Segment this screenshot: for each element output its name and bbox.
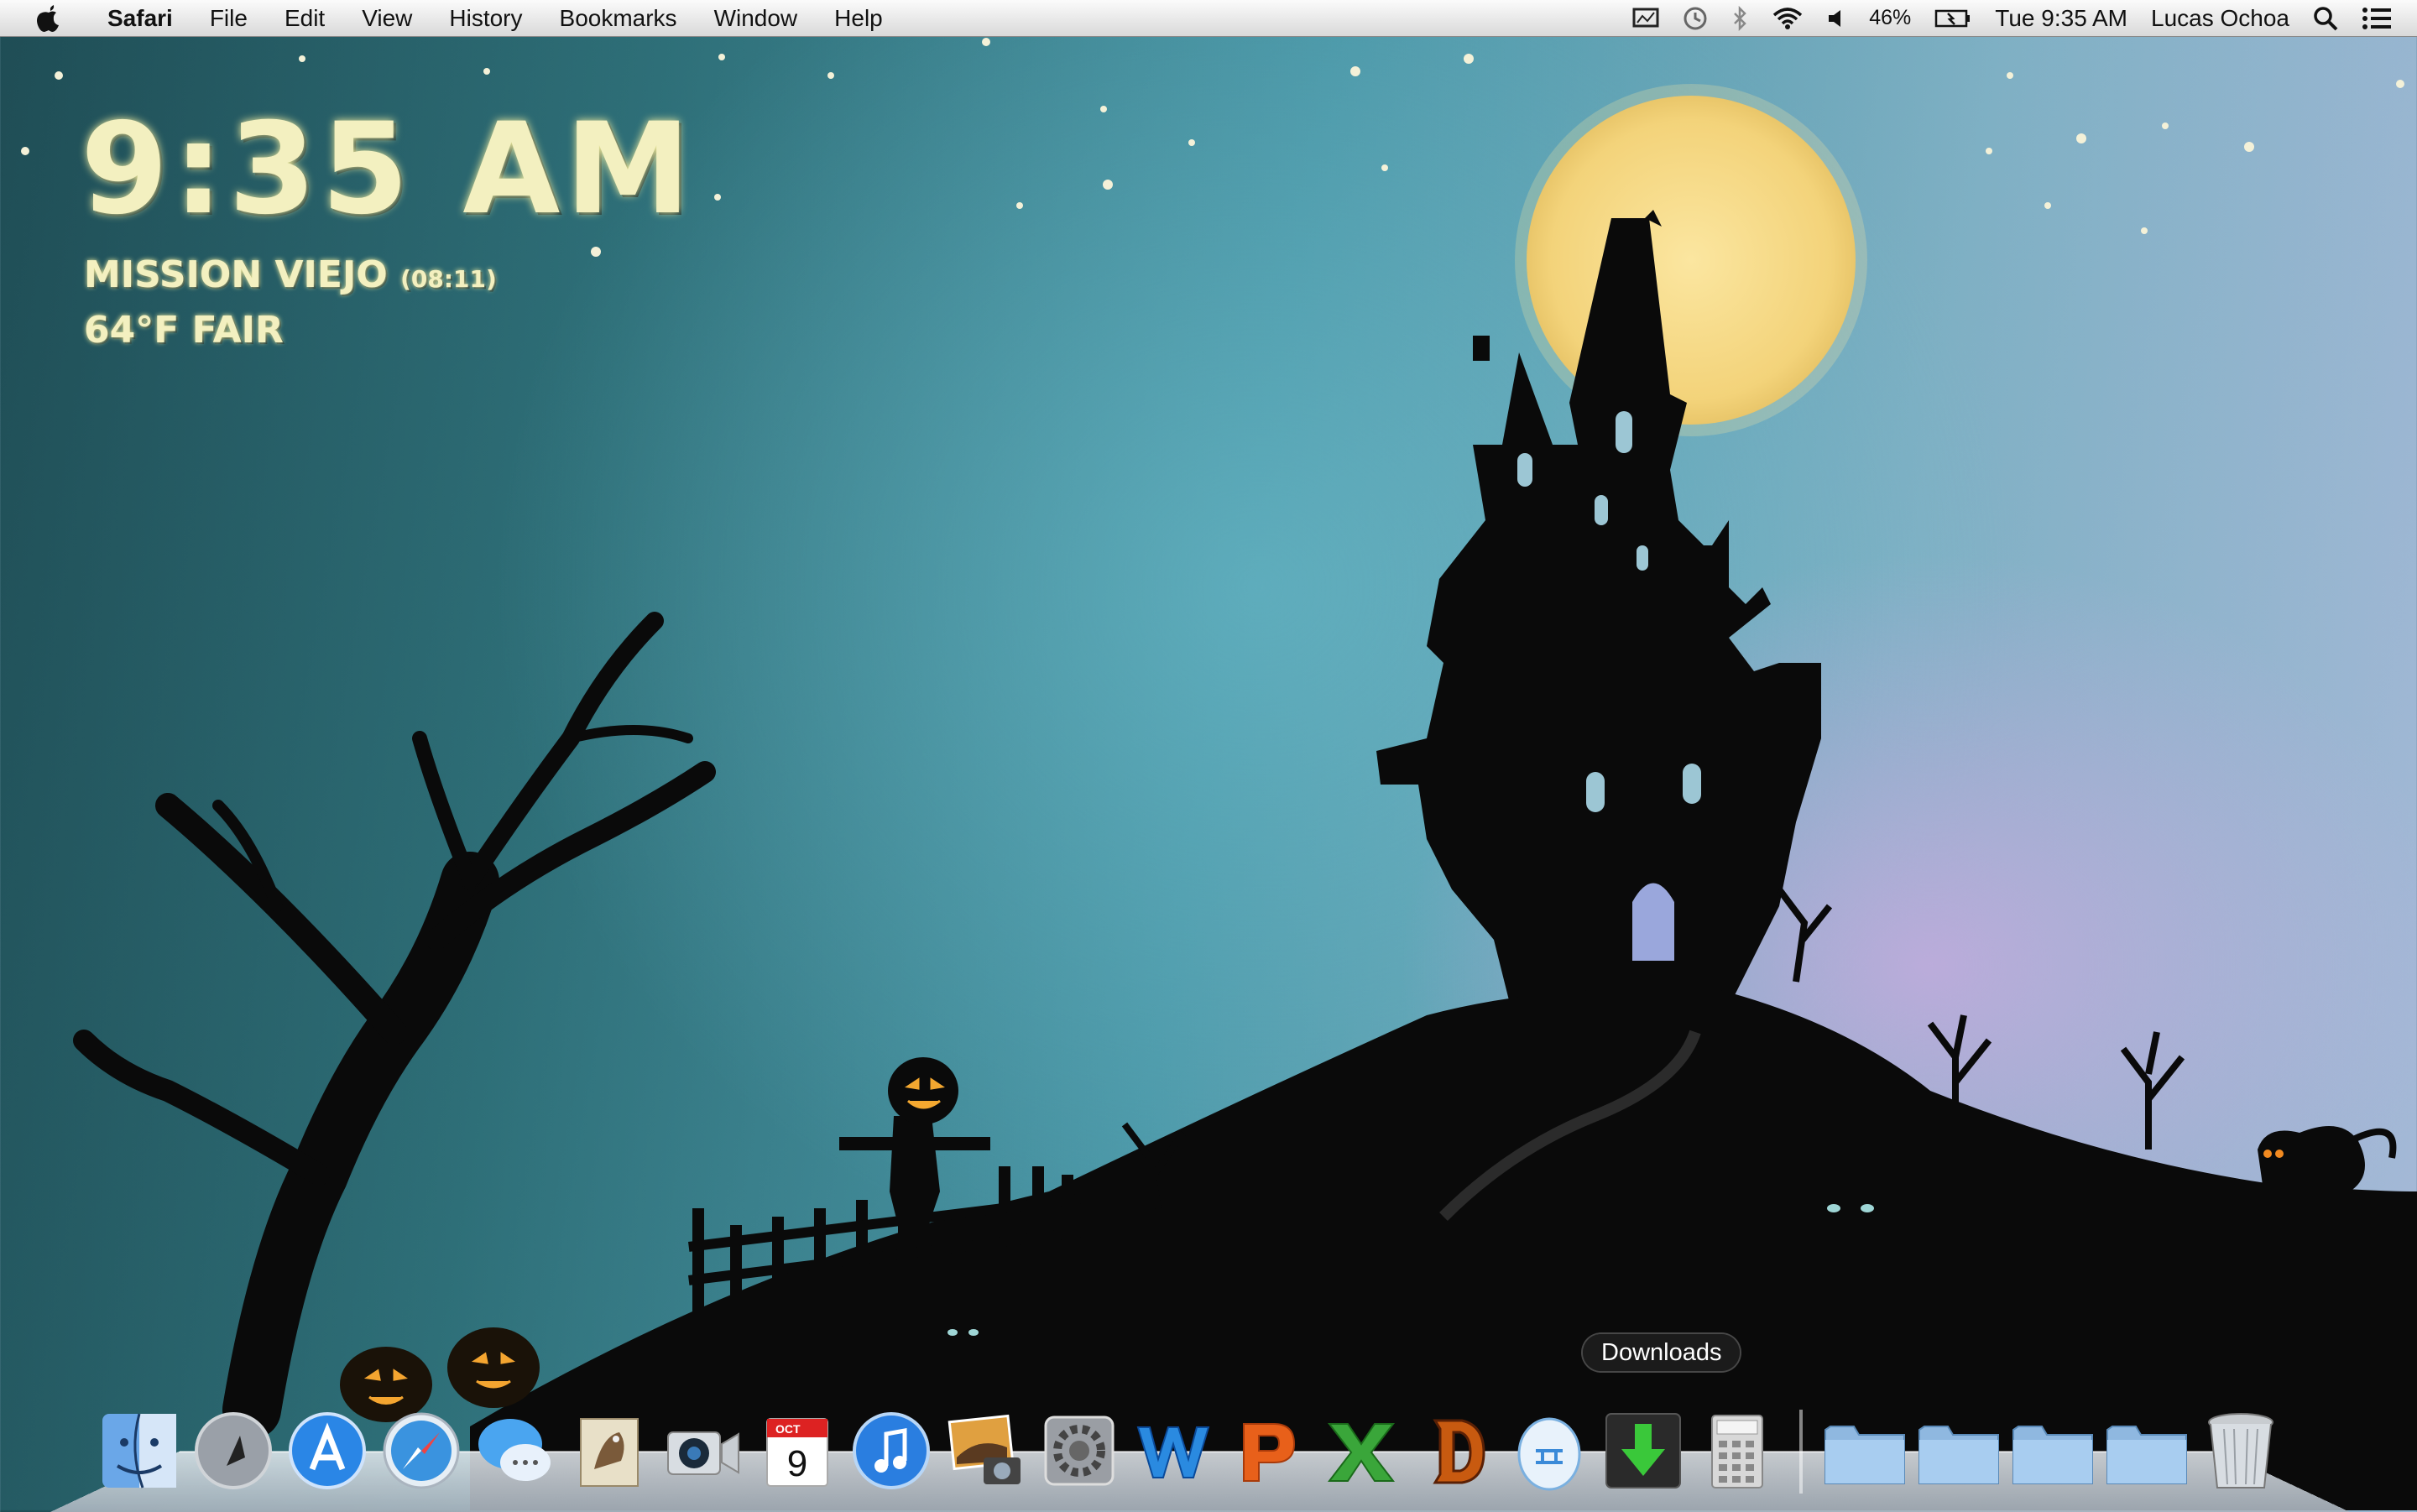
menu-clock[interactable]: Tue 9:35 AM [1995,5,2127,32]
apple-menu-icon[interactable] [34,3,64,34]
folder-1-icon[interactable] [1822,1408,1908,1494]
folder-3-icon[interactable] [2010,1408,2096,1494]
dock: OCT 9 [92,1393,2288,1494]
gemini-icon[interactable] [1506,1408,1592,1494]
facetime-icon[interactable] [660,1408,746,1494]
app-store-icon[interactable] [285,1408,370,1494]
menu-history[interactable]: History [431,5,540,32]
itunes-icon[interactable] [848,1408,934,1494]
diablo-icon[interactable] [1412,1408,1498,1494]
safari-icon[interactable] [378,1408,464,1494]
system-preferences-icon[interactable] [1036,1408,1122,1494]
weather-location: MISSION VIEJO (08:11) [84,253,497,296]
messages-icon[interactable] [472,1408,558,1494]
menu-bar: Safari File Edit View History Bookmarks … [0,0,2417,37]
calendar-icon[interactable]: OCT 9 [754,1408,840,1494]
folder-2-icon[interactable] [1916,1408,2002,1494]
calculator-icon[interactable] [1694,1408,1780,1494]
user-name[interactable]: Lucas Ochoa [2151,5,2289,32]
dock-separator [1799,1410,1803,1494]
folder-4-icon[interactable] [2104,1408,2190,1494]
menu-view[interactable]: View [343,5,431,32]
time-machine-icon[interactable] [1683,6,1708,31]
menu-file[interactable]: File [191,5,266,32]
menu-window[interactable]: Window [696,5,817,32]
tree-silhouette [73,612,716,1439]
weather-condition: 64°F FAIR [84,309,284,352]
battery-icon[interactable] [1934,8,1971,29]
launchpad-icon[interactable] [191,1408,276,1494]
app-menu-safari[interactable]: Safari [89,5,191,32]
spotlight-icon[interactable] [2313,6,2338,31]
calendar-month: OCT [775,1422,801,1436]
menu-help[interactable]: Help [816,5,901,32]
desktop-clock-widget: 9:35 AM [81,96,696,242]
wifi-icon[interactable] [1772,7,1804,30]
menu-bookmarks[interactable]: Bookmarks [541,5,696,32]
dock-tooltip: Downloads [1583,1334,1741,1371]
volume-icon[interactable] [1827,8,1845,29]
mail-icon[interactable] [566,1408,652,1494]
word-icon[interactable] [1130,1408,1216,1494]
weather-city: MISSION VIEJO [84,253,388,296]
screen-icon[interactable] [1632,8,1659,29]
battery-percent[interactable]: 46% [1869,6,1911,30]
notification-center-icon[interactable] [2362,7,2392,30]
downloads-app-icon[interactable] [1600,1408,1686,1494]
weather-updated: (08:11) [400,265,497,293]
calendar-day: 9 [787,1443,807,1484]
trash-icon[interactable] [2198,1408,2284,1494]
bluetooth-icon[interactable] [1731,5,1748,31]
menu-edit[interactable]: Edit [266,5,343,32]
powerpoint-icon[interactable] [1224,1408,1310,1494]
excel-icon[interactable] [1318,1408,1404,1494]
finder-icon[interactable] [97,1408,182,1494]
iphoto-icon[interactable] [942,1408,1028,1494]
